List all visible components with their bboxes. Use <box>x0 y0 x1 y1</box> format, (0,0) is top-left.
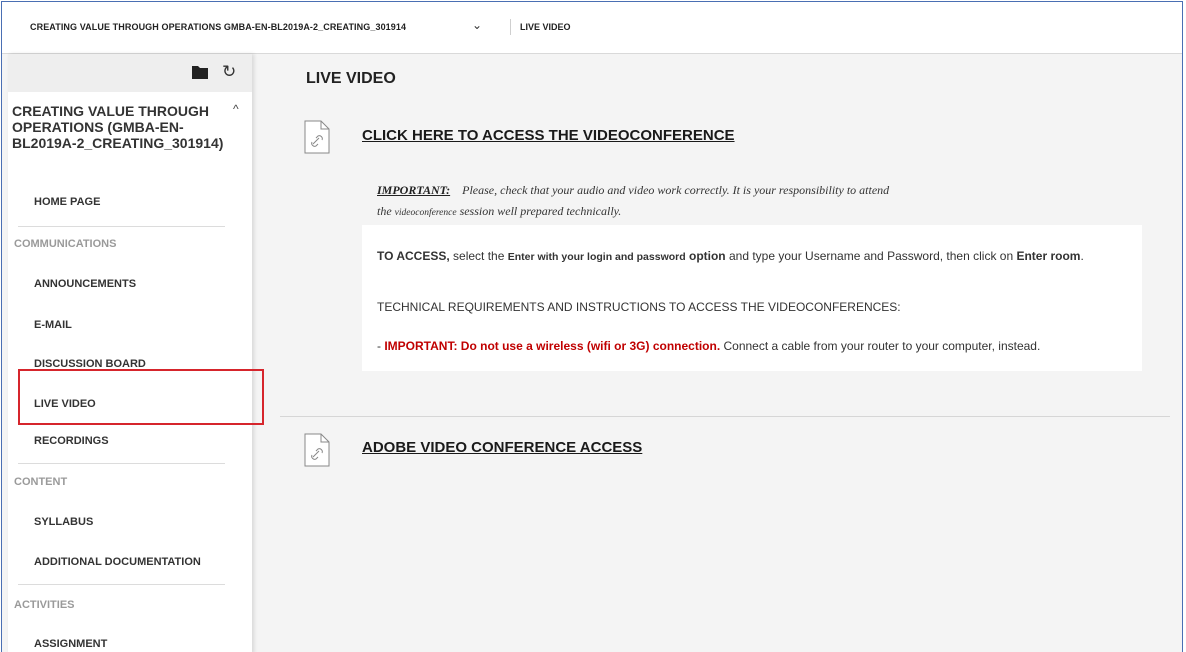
folder-icon[interactable] <box>192 65 208 79</box>
sidebar-course-title[interactable]: CREATING VALUE THROUGH OPERATIONS (GMBA-… <box>12 103 240 151</box>
sidebar-divider <box>18 226 225 227</box>
link-icon <box>304 433 330 467</box>
refresh-icon[interactable]: ↻ <box>222 62 236 82</box>
access-option: Enter with your login and password <box>507 251 686 263</box>
access-end: . <box>1080 249 1084 263</box>
important-text-small: videoconference <box>394 208 457 218</box>
sidebar-section-communications: COMMUNICATIONS <box>14 238 117 250</box>
sidebar-divider <box>18 584 225 585</box>
sidebar-item-home-page[interactable]: HOME PAGE <box>34 196 100 208</box>
important-label: IMPORTANT: <box>377 183 451 197</box>
warning-red: IMPORTANT: Do not use a wireless (wifi o… <box>384 339 721 353</box>
access-text: select the <box>449 249 508 263</box>
sidebar-toolbar: ↻ <box>8 54 252 92</box>
page-title: LIVE VIDEO <box>306 70 396 87</box>
warning-rest: Connect a cable from your router to your… <box>720 339 1041 353</box>
important-text-line2-end: session well prepared technically. <box>459 204 622 218</box>
sidebar-item-recordings[interactable]: RECORDINGS <box>34 435 109 447</box>
important-text: Please, check that your audio and video … <box>462 183 890 197</box>
access-instructions: TO ACCESS, select the Enter with your lo… <box>377 248 1147 266</box>
top-bar: CREATING VALUE THROUGH OPERATIONS GMBA-E… <box>2 2 1182 54</box>
course-selector[interactable]: CREATING VALUE THROUGH OPERATIONS GMBA-E… <box>30 22 406 32</box>
chevron-down-icon[interactable]: ⌄ <box>472 18 482 32</box>
highlight-box <box>18 369 264 425</box>
breadcrumb-current-page: LIVE VIDEO <box>520 22 571 32</box>
sidebar-item-additional-documentation[interactable]: ADDITIONAL DOCUMENTATION <box>34 556 201 568</box>
videoconference-link[interactable]: CLICK HERE TO ACCESS THE VIDEOCONFERENCE <box>362 127 735 144</box>
access-option-word: option <box>685 249 726 263</box>
requirements-heading: TECHNICAL REQUIREMENTS AND INSTRUCTIONS … <box>377 300 901 314</box>
access-room: Enter room <box>1016 249 1081 263</box>
adobe-conference-link[interactable]: ADOBE VIDEO CONFERENCE ACCESS <box>362 439 642 456</box>
important-note: IMPORTANT: Please, check that your audio… <box>377 180 1037 224</box>
sidebar-section-activities: ACTIVITIES <box>14 599 75 611</box>
sidebar-item-announcements[interactable]: ANNOUNCEMENTS <box>34 278 136 290</box>
sidebar-item-syllabus[interactable]: SYLLABUS <box>34 516 93 528</box>
chevron-up-icon[interactable]: ^ <box>233 102 239 116</box>
sidebar-item-assignment[interactable]: ASSIGNMENT <box>34 638 107 650</box>
course-sidebar: ↻ CREATING VALUE THROUGH OPERATIONS (GMB… <box>8 54 252 652</box>
content-divider <box>280 416 1170 417</box>
breadcrumb-divider <box>510 19 511 35</box>
sidebar-item-e-mail[interactable]: E-MAIL <box>34 319 72 331</box>
access-text-2: and type your Username and Password, the… <box>725 249 1017 263</box>
sidebar-divider <box>18 463 225 464</box>
app-window: CREATING VALUE THROUGH OPERATIONS GMBA-E… <box>1 1 1183 652</box>
important-text-line2: the <box>377 204 392 218</box>
link-icon <box>304 120 330 154</box>
sidebar-section-content: CONTENT <box>14 476 68 488</box>
warning-text: - IMPORTANT: Do not use a wireless (wifi… <box>377 338 1147 355</box>
access-lead: TO ACCESS, <box>377 249 450 263</box>
